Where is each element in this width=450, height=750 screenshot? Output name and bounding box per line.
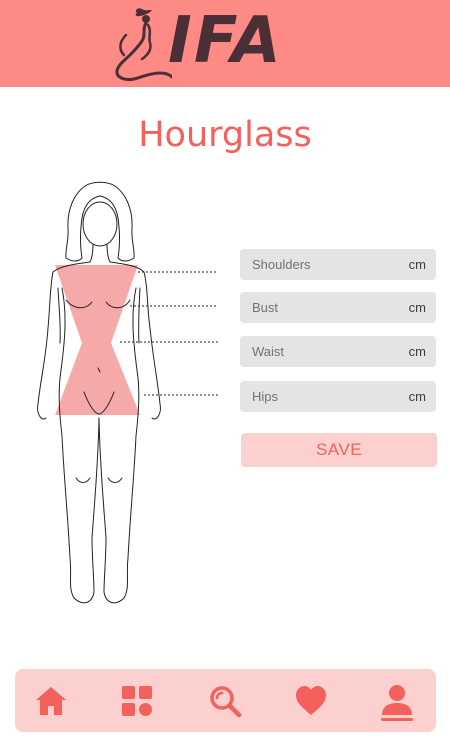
nav-favorites-button[interactable]	[293, 683, 329, 719]
hips-unit: cm	[408, 389, 426, 404]
hips-label: Hips	[252, 389, 279, 404]
profile-icon	[381, 685, 413, 721]
bust-input[interactable]	[320, 298, 390, 317]
search-icon	[210, 686, 242, 718]
logo-figure-icon	[115, 8, 172, 81]
bust-label: Bust	[252, 300, 279, 315]
waist-input[interactable]	[320, 342, 390, 361]
waist-label: Waist	[252, 344, 285, 359]
page-title: Hourglass	[138, 115, 312, 155]
nav-home-button[interactable]	[33, 683, 69, 719]
shoulders-unit: cm	[408, 257, 426, 272]
body-figure-illustration	[37, 181, 218, 604]
bust-field[interactable]: Bust cm	[240, 292, 436, 323]
hips-input[interactable]	[320, 387, 390, 406]
heart-icon	[296, 686, 326, 715]
shoulders-input[interactable]	[320, 255, 390, 274]
grid-icon	[122, 686, 152, 716]
waist-field[interactable]: Waist cm	[240, 336, 436, 367]
nav-search-button[interactable]	[207, 683, 243, 719]
hips-field[interactable]: Hips cm	[240, 381, 436, 412]
measure-lines	[120, 271, 218, 396]
bust-unit: cm	[408, 300, 426, 315]
bottom-nav	[15, 669, 436, 732]
home-icon	[36, 687, 66, 715]
save-button[interactable]: SAVE	[241, 433, 437, 467]
waist-unit: cm	[408, 344, 426, 359]
app-header: IFA	[0, 0, 450, 87]
nav-categories-button[interactable]	[119, 683, 155, 719]
shoulders-label: Shoulders	[252, 257, 311, 272]
nav-profile-button[interactable]	[379, 683, 415, 721]
shoulders-field[interactable]: Shoulders cm	[240, 249, 436, 280]
logo-text: IFA	[168, 4, 283, 78]
hourglass-shape	[55, 265, 140, 415]
